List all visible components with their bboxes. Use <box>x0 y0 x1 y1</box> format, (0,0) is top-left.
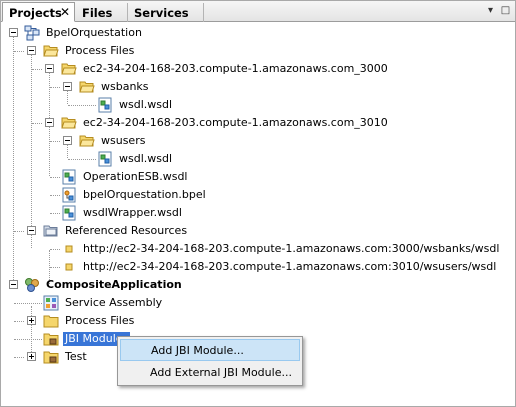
collapse-icon[interactable] <box>27 46 36 55</box>
tab-files-label: Files <box>82 6 113 20</box>
menu-item-add-external-jbi-module[interactable]: Add External JBI Module... <box>120 362 300 384</box>
menu-item-label: Add External JBI Module... <box>150 366 292 379</box>
tree-item-label: wsdlWrapper.wsdl <box>83 206 182 219</box>
folder-open-icon <box>61 63 77 75</box>
tree-item-referenced-resources[interactable]: Referenced Resources <box>1 222 515 240</box>
tree-item-wsdl-wrapper[interactable]: wsdlWrapper.wsdl <box>1 204 515 222</box>
tree-item-host-3010[interactable]: ec2-34-204-168-203.compute-1.amazonaws.c… <box>1 114 515 132</box>
service-assembly-icon <box>43 295 59 311</box>
tree-item-wsdl-1[interactable]: wsdl.wsdl <box>1 96 515 114</box>
wsdl-file-icon <box>98 151 112 167</box>
tree-item-service-assembly[interactable]: Service Assembly <box>1 294 515 312</box>
tree-item-label: ec2-34-204-168-203.compute-1.amazonaws.c… <box>83 62 388 75</box>
tree-item-label: bpelOrquestation.bpel <box>83 188 206 201</box>
wsdl-file-icon <box>98 97 112 113</box>
tab-files[interactable]: Files <box>76 3 128 22</box>
collapse-icon[interactable] <box>63 136 72 145</box>
expand-icon[interactable] <box>27 316 36 325</box>
tree-item-label: wsdl.wsdl <box>119 152 173 165</box>
tree-item-ref-2[interactable]: http://ec2-34-204-168-203.compute-1.amaz… <box>1 258 515 276</box>
collapse-icon[interactable] <box>9 28 18 37</box>
expand-icon[interactable] <box>27 352 36 361</box>
bpel-file-icon <box>62 187 76 203</box>
tree-item-operation-esb[interactable]: OperationESB.wsdl <box>1 168 515 186</box>
tab-projects-label: Projects <box>9 6 62 20</box>
folder-open-icon <box>43 45 59 57</box>
collapse-icon[interactable] <box>9 280 18 289</box>
wsdl-file-icon <box>62 205 76 221</box>
referenced-resources-icon <box>43 225 58 237</box>
tree-item-label: CompositeApplication <box>46 278 182 291</box>
folder-open-icon <box>79 135 95 147</box>
projects-window: Projects ✕ Files Services ▾ □ BpelOrques… <box>0 0 516 407</box>
tree-item-ca-process-files[interactable]: Process Files <box>1 312 515 330</box>
tree-item-label: OperationESB.wsdl <box>83 170 188 183</box>
folder-icon <box>43 315 59 328</box>
maximize-icon[interactable]: □ <box>500 5 511 16</box>
wsdl-file-icon <box>62 169 76 185</box>
minimize-icon[interactable]: ▾ <box>485 5 496 16</box>
collapse-icon[interactable] <box>27 226 36 235</box>
tree-item-label: wsusers <box>101 134 146 147</box>
tree-item-ref-1[interactable]: http://ec2-34-204-168-203.compute-1.amaz… <box>1 240 515 258</box>
tree-item-wsdl-2[interactable]: wsdl.wsdl <box>1 150 515 168</box>
composite-application-icon <box>25 278 39 292</box>
folder-open-icon <box>79 81 95 93</box>
tree-item-process-files[interactable]: Process Files <box>1 42 515 60</box>
tab-bar: Projects ✕ Files Services ▾ □ <box>1 1 515 22</box>
jbi-modules-icon <box>43 333 59 346</box>
link-icon <box>65 245 73 253</box>
menu-item-label: Add JBI Module... <box>151 344 244 357</box>
context-menu: Add JBI Module... Add External JBI Modul… <box>117 336 303 386</box>
tab-projects[interactable]: Projects ✕ <box>2 2 75 22</box>
tree-item-label: ec2-34-204-168-203.compute-1.amazonaws.c… <box>83 116 388 129</box>
close-icon[interactable]: ✕ <box>60 5 70 19</box>
tree-item-label: wsdl.wsdl <box>119 98 173 111</box>
tree-item-label: Service Assembly <box>65 296 163 309</box>
tree-item-wsusers[interactable]: wsusers <box>1 132 515 150</box>
tree-item-bpel-file[interactable]: bpelOrquestation.bpel <box>1 186 515 204</box>
tree-item-label: wsbanks <box>101 80 149 93</box>
collapse-icon[interactable] <box>45 118 54 127</box>
tab-services-label: Services <box>134 6 189 20</box>
menu-item-add-jbi-module[interactable]: Add JBI Module... <box>120 339 300 361</box>
tree-item-label: Referenced Resources <box>65 224 188 237</box>
tree-item-label: Process Files <box>65 44 135 57</box>
test-folder-icon <box>43 351 59 364</box>
tree-item-label: http://ec2-34-204-168-203.compute-1.amaz… <box>83 242 500 255</box>
tree-item-bpel-project[interactable]: BpelOrquestation <box>1 24 515 42</box>
tree-item-label: Test <box>65 350 87 363</box>
tree-item-composite-application[interactable]: CompositeApplication <box>1 276 515 294</box>
link-icon <box>65 263 73 271</box>
collapse-icon[interactable] <box>45 64 54 73</box>
tree-item-label: http://ec2-34-204-168-203.compute-1.amaz… <box>83 260 497 273</box>
bpel-project-icon <box>24 25 40 41</box>
tree-item-label: BpelOrquestation <box>46 26 142 39</box>
tree-item-wsbanks[interactable]: wsbanks <box>1 78 515 96</box>
tab-services[interactable]: Services <box>128 3 204 22</box>
tree-item-host-3000[interactable]: ec2-34-204-168-203.compute-1.amazonaws.c… <box>1 60 515 78</box>
folder-open-icon <box>61 117 77 129</box>
tree-item-label: Process Files <box>65 314 135 327</box>
collapse-icon[interactable] <box>63 82 72 91</box>
